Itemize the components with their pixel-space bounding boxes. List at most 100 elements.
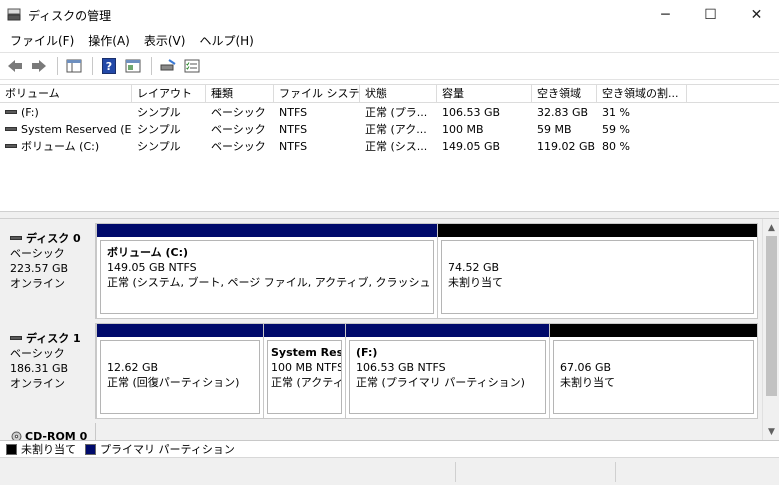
partition-name (107, 345, 253, 360)
cell-free-space: 119.02 GB (537, 140, 596, 153)
partition-unallocated[interactable]: 74.52 GB 未割り当て (438, 224, 757, 318)
cell-free-percent: 80 % (602, 140, 630, 153)
column-header-free-space[interactable]: 空き領域 (532, 85, 597, 103)
svg-text:?: ? (106, 60, 112, 73)
cell-capacity: 106.53 GB (442, 106, 501, 119)
disk-type: ベーシック (10, 347, 65, 360)
scroll-up-arrow-icon[interactable]: ▲ (763, 219, 779, 236)
legend-label-unallocated: 未割り当て (21, 443, 76, 456)
partition-size: 74.52 GB (448, 261, 500, 274)
menu-action[interactable]: 操作(A) (81, 30, 137, 52)
legend-label-primary: プライマリ パーティション (100, 443, 235, 456)
partition-size: 100 MB NTFS (271, 361, 342, 374)
console-tree-button[interactable] (63, 55, 85, 77)
partition-color-bar (438, 224, 757, 237)
disk-0-info[interactable]: ディスク 0 ベーシック 223.57 GB オンライン (0, 223, 96, 319)
pane-splitter[interactable] (0, 211, 779, 219)
settings-button[interactable] (181, 55, 203, 77)
drive-icon (5, 127, 17, 131)
menu-help[interactable]: ヘルプ(H) (192, 30, 260, 52)
disk-0-partitions: ボリューム (C:) 149.05 GB NTFS 正常 (システム, ブート,… (96, 223, 758, 319)
disk-name: CD-ROM 0 (25, 430, 88, 440)
volume-list: ボリューム レイアウト 種類 ファイル システム 状態 容量 空き領域 空き領域… (0, 84, 779, 211)
partition-recovery[interactable]: 12.62 GB 正常 (回復パーティション) (97, 324, 264, 418)
status-bar-divider (615, 462, 616, 482)
partition-status: 正常 (システム, ブート, ページ ファイル, アクティブ, クラッシュ ダン… (107, 276, 433, 289)
cell-free-space: 32.83 GB (537, 106, 589, 119)
partition-system-reserved[interactable]: System Rese 100 MB NTFS 正常 (アクティ (264, 324, 346, 418)
disk-map-scrollbar[interactable]: ▲ ▼ (762, 219, 779, 440)
partition-status: 未割り当て (448, 276, 503, 289)
partition-unallocated[interactable]: 67.06 GB 未割り当て (550, 324, 757, 418)
cdrom-0-info[interactable]: CD-ROM 0 (0, 423, 96, 440)
partition-status: 正常 (アクティ (271, 376, 342, 389)
partition-size: 106.53 GB NTFS (356, 361, 446, 374)
toolbar-separator (92, 57, 93, 75)
column-header-volume[interactable]: ボリューム (0, 85, 132, 103)
disk-name: ディスク 0 (26, 232, 81, 245)
column-header-status[interactable]: 状態 (360, 85, 437, 103)
partition-color-bar (346, 324, 549, 337)
menu-view[interactable]: 表示(V) (137, 30, 193, 52)
cell-type: ベーシック (211, 140, 266, 153)
minimize-button[interactable]: ─ (643, 0, 688, 30)
column-header-filesystem[interactable]: ファイル システム (274, 85, 360, 103)
table-row[interactable]: System Reserved (E:) シンプル ベーシック NTFS 正常 … (0, 121, 779, 138)
window-title: ディスクの管理 (28, 9, 112, 23)
cell-volume: System Reserved (E:) (21, 123, 132, 136)
partition-name (560, 345, 747, 360)
help-icon: ? (102, 58, 116, 74)
partition-c[interactable]: ボリューム (C:) 149.05 GB NTFS 正常 (システム, ブート,… (97, 224, 438, 318)
back-button[interactable] (4, 55, 26, 77)
partition-name: ボリューム (C:) (107, 246, 189, 259)
menu-file[interactable]: ファイル(F) (3, 30, 81, 52)
partition-size: 12.62 GB (107, 361, 159, 374)
volume-list-header: ボリューム レイアウト 種類 ファイル システム 状態 容量 空き領域 空き領域… (0, 85, 779, 103)
disk-1-partitions: 12.62 GB 正常 (回復パーティション) System Rese 100 … (96, 323, 758, 419)
table-row[interactable]: ボリューム (C:) シンプル ベーシック NTFS 正常 (シス... 149… (0, 138, 779, 155)
maximize-button[interactable]: ☐ (688, 0, 733, 30)
partition-status: 正常 (回復パーティション) (107, 376, 240, 389)
scrollbar-thumb[interactable] (766, 236, 777, 396)
cell-type: ベーシック (211, 123, 266, 136)
cell-status: 正常 (シス... (365, 140, 428, 153)
toolbar: ? (0, 52, 779, 80)
menu-bar: ファイル(F) 操作(A) 表示(V) ヘルプ(H) (0, 30, 779, 52)
column-header-free-percent[interactable]: 空き領域の割... (597, 85, 687, 103)
disk-icon (10, 236, 22, 240)
disk-size: 223.57 GB (10, 262, 69, 275)
cell-free-space: 59 MB (537, 123, 572, 136)
column-header-capacity[interactable]: 容量 (437, 85, 532, 103)
scroll-down-arrow-icon[interactable]: ▼ (763, 423, 779, 440)
connect-drive-icon (160, 59, 176, 71)
toolbar-separator (57, 57, 58, 75)
partition-color-bar (97, 324, 263, 337)
connect-button[interactable] (157, 55, 179, 77)
partition-name (448, 245, 747, 260)
cell-type: ベーシック (211, 106, 266, 119)
disk-name: ディスク 1 (26, 332, 81, 345)
cell-capacity: 149.05 GB (442, 140, 501, 153)
legend: 未割り当て プライマリ パーティション (0, 440, 779, 457)
partition-color-bar (97, 224, 437, 237)
disk-1-info[interactable]: ディスク 1 ベーシック 186.31 GB オンライン (0, 323, 96, 419)
cdrom-icon (11, 431, 22, 440)
checklist-icon (184, 59, 200, 73)
disk-management-icon (7, 8, 21, 21)
properties-button[interactable] (122, 55, 144, 77)
column-header-layout[interactable]: レイアウト (132, 85, 206, 103)
disk-type: ベーシック (10, 247, 65, 260)
cell-capacity: 100 MB (442, 123, 484, 136)
drive-icon (5, 144, 17, 148)
legend-swatch-primary (85, 443, 96, 455)
back-arrow-icon (8, 60, 22, 72)
partition-status: 正常 (プライマリ パーティション) (356, 376, 525, 389)
forward-button[interactable] (28, 55, 50, 77)
partition-color-bar (550, 324, 757, 337)
partition-f[interactable]: (F:) 106.53 GB NTFS 正常 (プライマリ パーティション) (346, 324, 550, 418)
close-button[interactable]: ✕ (734, 0, 779, 30)
toolbar-separator (151, 57, 152, 75)
column-header-type[interactable]: 種類 (206, 85, 274, 103)
help-button[interactable]: ? (98, 55, 120, 77)
table-row[interactable]: (F:) シンプル ベーシック NTFS 正常 (プラ... 106.53 GB… (0, 104, 779, 121)
